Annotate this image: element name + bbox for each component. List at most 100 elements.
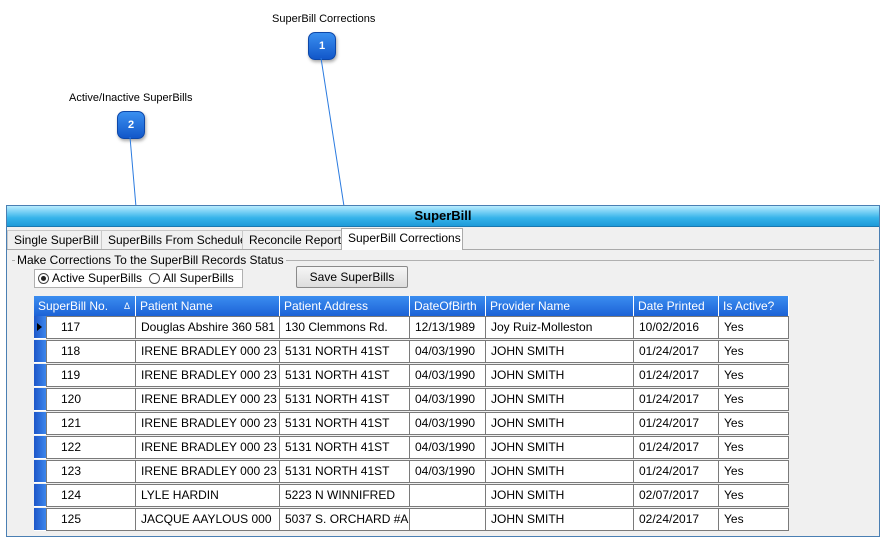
cell-superbill-no[interactable]: 118 bbox=[46, 340, 136, 363]
tab-superbills-from-schedule[interactable]: SuperBills From Schedule bbox=[101, 230, 247, 249]
cell-patient-name[interactable]: JACQUE AAYLOUS 000 bbox=[136, 508, 280, 531]
cell-is-active[interactable]: Yes bbox=[719, 316, 789, 339]
row-header[interactable] bbox=[34, 316, 46, 339]
cell-date-of-birth[interactable]: 04/03/1990 bbox=[410, 340, 486, 363]
row-header[interactable] bbox=[34, 412, 46, 435]
column-header-patient-address[interactable]: Patient Address bbox=[280, 296, 410, 316]
callout-1-label: SuperBill Corrections bbox=[272, 13, 376, 25]
all-superbills-radio[interactable]: All SuperBills bbox=[149, 271, 234, 285]
cell-date-of-birth[interactable]: 04/03/1990 bbox=[410, 436, 486, 459]
column-header-is-active[interactable]: Is Active? bbox=[719, 296, 789, 316]
cell-superbill-no[interactable]: 119 bbox=[46, 364, 136, 387]
cell-date-of-birth[interactable]: 04/03/1990 bbox=[410, 388, 486, 411]
cell-patient-name[interactable]: IRENE BRADLEY 000 23 bbox=[136, 412, 280, 435]
cell-patient-name[interactable]: Douglas Abshire 360 581 bbox=[136, 316, 280, 339]
table-row[interactable]: 118 IRENE BRADLEY 000 23 5131 NORTH 41ST 04… bbox=[34, 340, 789, 364]
current-row-pointer-icon bbox=[37, 323, 42, 331]
column-header-date-printed[interactable]: Date Printed bbox=[634, 296, 719, 316]
tab-single-superbill[interactable]: Single SuperBill bbox=[7, 230, 102, 249]
cell-provider-name[interactable]: JOHN SMITH bbox=[486, 508, 634, 531]
row-header[interactable] bbox=[34, 364, 46, 387]
cell-is-active[interactable]: Yes bbox=[719, 436, 789, 459]
cell-provider-name[interactable]: JOHN SMITH bbox=[486, 364, 634, 387]
table-row[interactable]: 123 IRENE BRADLEY 000 23 5131 NORTH 41ST 04… bbox=[34, 460, 789, 484]
cell-is-active[interactable]: Yes bbox=[719, 364, 789, 387]
cell-date-printed[interactable]: 01/24/2017 bbox=[634, 412, 719, 435]
cell-date-printed[interactable]: 10/02/2016 bbox=[634, 316, 719, 339]
cell-provider-name[interactable]: JOHN SMITH bbox=[486, 412, 634, 435]
cell-date-of-birth[interactable]: 04/03/1990 bbox=[410, 412, 486, 435]
cell-superbill-no[interactable]: 121 bbox=[46, 412, 136, 435]
cell-provider-name[interactable]: JOHN SMITH bbox=[486, 388, 634, 411]
cell-is-active[interactable]: Yes bbox=[719, 412, 789, 435]
row-header[interactable] bbox=[34, 388, 46, 411]
cell-patient-address[interactable]: 5131 NORTH 41ST bbox=[280, 340, 410, 363]
cell-superbill-no[interactable]: 123 bbox=[46, 460, 136, 483]
cell-date-printed[interactable]: 02/24/2017 bbox=[634, 508, 719, 531]
cell-patient-address[interactable]: 5131 NORTH 41ST bbox=[280, 412, 410, 435]
cell-date-of-birth[interactable] bbox=[410, 508, 486, 531]
cell-provider-name[interactable]: Joy Ruiz-Molleston bbox=[486, 316, 634, 339]
cell-date-printed[interactable]: 01/24/2017 bbox=[634, 388, 719, 411]
table-row[interactable]: 117 Douglas Abshire 360 581 130 Clemmons R… bbox=[34, 316, 789, 340]
cell-date-printed[interactable]: 01/24/2017 bbox=[634, 340, 719, 363]
cell-superbill-no[interactable]: 125 bbox=[46, 508, 136, 531]
cell-superbill-no[interactable]: 122 bbox=[46, 436, 136, 459]
column-header-date-of-birth[interactable]: DateOfBirth bbox=[410, 296, 486, 316]
cell-patient-name[interactable]: LYLE HARDIN bbox=[136, 484, 280, 507]
cell-patient-name[interactable]: IRENE BRADLEY 000 23 bbox=[136, 364, 280, 387]
cell-provider-name[interactable]: JOHN SMITH bbox=[486, 460, 634, 483]
cell-patient-address[interactable]: 5223 N WINNIFRED bbox=[280, 484, 410, 507]
tab-reconcile-report[interactable]: Reconcile Report bbox=[242, 230, 342, 249]
cell-date-printed[interactable]: 01/24/2017 bbox=[634, 364, 719, 387]
cell-patient-address[interactable]: 5131 NORTH 41ST bbox=[280, 388, 410, 411]
cell-is-active[interactable]: Yes bbox=[719, 340, 789, 363]
cell-patient-name[interactable]: IRENE BRADLEY 000 23 bbox=[136, 436, 280, 459]
table-row[interactable]: 125 JACQUE AAYLOUS 000 5037 S. ORCHARD #A J… bbox=[34, 508, 789, 532]
row-header[interactable] bbox=[34, 508, 46, 531]
table-row[interactable]: 119 IRENE BRADLEY 000 23 5131 NORTH 41ST 04… bbox=[34, 364, 789, 388]
table-row[interactable]: 124 LYLE HARDIN 5223 N WINNIFRED JOHN SMITH… bbox=[34, 484, 789, 508]
table-row[interactable]: 122 IRENE BRADLEY 000 23 5131 NORTH 41ST 04… bbox=[34, 436, 789, 460]
cell-is-active[interactable]: Yes bbox=[719, 508, 789, 531]
cell-date-printed[interactable]: 01/24/2017 bbox=[634, 460, 719, 483]
cell-date-of-birth[interactable]: 04/03/1990 bbox=[410, 460, 486, 483]
column-header-superbill-no[interactable]: SuperBill No. Δ bbox=[34, 296, 136, 316]
row-header[interactable] bbox=[34, 460, 46, 483]
cell-patient-address[interactable]: 5131 NORTH 41ST bbox=[280, 364, 410, 387]
cell-patient-address[interactable]: 130 Clemmons Rd. bbox=[280, 316, 410, 339]
save-superbills-button[interactable]: Save SuperBills bbox=[296, 266, 408, 288]
active-superbills-radio[interactable]: Active SuperBills bbox=[38, 271, 142, 285]
cell-provider-name[interactable]: JOHN SMITH bbox=[486, 340, 634, 363]
cell-patient-address[interactable]: 5037 S. ORCHARD #A bbox=[280, 508, 410, 531]
cell-superbill-no[interactable]: 117 bbox=[46, 316, 136, 339]
cell-superbill-no[interactable]: 124 bbox=[46, 484, 136, 507]
tab-superbill-corrections[interactable]: SuperBill Corrections bbox=[341, 228, 463, 250]
cell-superbill-no[interactable]: 120 bbox=[46, 388, 136, 411]
grid-header: SuperBill No. Δ Patient Name Patient Addr… bbox=[34, 296, 789, 316]
cell-patient-address[interactable]: 5131 NORTH 41ST bbox=[280, 460, 410, 483]
cell-provider-name[interactable]: JOHN SMITH bbox=[486, 484, 634, 507]
tab-content: Make Corrections To the SuperBill Record… bbox=[7, 249, 879, 536]
row-header[interactable] bbox=[34, 484, 46, 507]
cell-is-active[interactable]: Yes bbox=[719, 484, 789, 507]
cell-patient-address[interactable]: 5131 NORTH 41ST bbox=[280, 436, 410, 459]
cell-provider-name[interactable]: JOHN SMITH bbox=[486, 436, 634, 459]
cell-date-printed[interactable]: 02/07/2017 bbox=[634, 484, 719, 507]
cell-date-of-birth[interactable]: 04/03/1990 bbox=[410, 364, 486, 387]
cell-patient-name[interactable]: IRENE BRADLEY 000 23 bbox=[136, 460, 280, 483]
active-superbills-label: Active SuperBills bbox=[52, 271, 143, 285]
cell-date-of-birth[interactable]: 12/13/1989 bbox=[410, 316, 486, 339]
cell-is-active[interactable]: Yes bbox=[719, 388, 789, 411]
cell-date-printed[interactable]: 01/24/2017 bbox=[634, 436, 719, 459]
cell-is-active[interactable]: Yes bbox=[719, 460, 789, 483]
row-header[interactable] bbox=[34, 436, 46, 459]
table-row[interactable]: 120 IRENE BRADLEY 000 23 5131 NORTH 41ST 04… bbox=[34, 388, 789, 412]
row-header[interactable] bbox=[34, 340, 46, 363]
cell-patient-name[interactable]: IRENE BRADLEY 000 23 bbox=[136, 340, 280, 363]
cell-date-of-birth[interactable] bbox=[410, 484, 486, 507]
column-header-patient-name[interactable]: Patient Name bbox=[136, 296, 280, 316]
cell-patient-name[interactable]: IRENE BRADLEY 000 23 bbox=[136, 388, 280, 411]
table-row[interactable]: 121 IRENE BRADLEY 000 23 5131 NORTH 41ST 04… bbox=[34, 412, 789, 436]
column-header-provider-name[interactable]: Provider Name bbox=[486, 296, 634, 316]
